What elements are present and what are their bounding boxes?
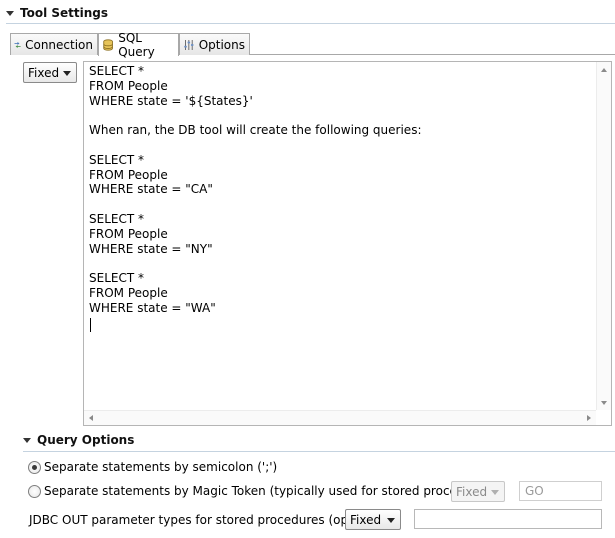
options-icon xyxy=(184,39,194,50)
tab-sql-query-label: SQL Query xyxy=(118,31,155,59)
jdbc-out-mode-select[interactable]: Fixed xyxy=(345,509,401,530)
tool-settings-header[interactable]: Tool Settings xyxy=(6,5,108,21)
tab-sql-query[interactable]: SQL Query xyxy=(98,31,179,59)
magic-token-input[interactable]: GO xyxy=(519,481,602,501)
tool-settings-divider xyxy=(6,23,615,24)
scroll-down-arrow-icon[interactable] xyxy=(601,401,607,405)
separate-magic-token-label[interactable]: Separate statements by Magic Token (typi… xyxy=(44,484,499,498)
magic-token-mode-value: Fixed xyxy=(456,484,488,499)
magic-token-value: GO xyxy=(525,484,544,498)
vertical-scrollbar[interactable] xyxy=(596,62,611,410)
sql-query-text[interactable]: SELECT * FROM People WHERE state = '${St… xyxy=(89,64,595,409)
separate-semicolon-radio[interactable] xyxy=(28,461,41,474)
jdbc-out-mode-value: Fixed xyxy=(350,512,382,527)
tab-options-label: Options xyxy=(198,37,245,52)
query-options-header[interactable]: Query Options xyxy=(23,432,134,448)
tab-connection-label: Connection xyxy=(25,37,93,52)
connection-icon xyxy=(14,41,21,48)
scroll-left-arrow-icon[interactable] xyxy=(89,415,93,421)
query-options-divider xyxy=(23,451,615,452)
query-mode-value: Fixed xyxy=(28,65,60,80)
tab-bar: Connection SQL Query Options xyxy=(10,31,615,59)
separate-semicolon-label[interactable]: Separate statements by semicolon (';') xyxy=(44,460,277,474)
database-icon xyxy=(103,39,113,51)
collapse-arrow-icon xyxy=(23,437,31,443)
dropdown-arrow-icon xyxy=(491,490,499,495)
dropdown-arrow-icon xyxy=(63,71,71,76)
magic-token-mode-select[interactable]: Fixed xyxy=(451,481,505,502)
sql-query-editor[interactable]: SELECT * FROM People WHERE state = '${St… xyxy=(83,61,612,426)
scroll-up-arrow-icon[interactable] xyxy=(601,68,607,72)
jdbc-out-label: JDBC OUT parameter types for stored proc… xyxy=(29,513,391,527)
text-cursor xyxy=(90,318,91,332)
scroll-right-arrow-icon[interactable] xyxy=(587,415,591,421)
tab-connection[interactable]: Connection xyxy=(10,33,98,55)
dropdown-arrow-icon xyxy=(387,518,395,523)
tool-settings-title: Tool Settings xyxy=(20,6,109,20)
tab-options[interactable]: Options xyxy=(179,33,250,55)
jdbc-out-input[interactable] xyxy=(414,509,602,529)
collapse-arrow-icon xyxy=(6,10,14,16)
query-options-title: Query Options xyxy=(37,433,135,447)
horizontal-scrollbar[interactable] xyxy=(84,410,596,425)
separate-magic-token-radio[interactable] xyxy=(28,485,41,498)
query-mode-select[interactable]: Fixed xyxy=(23,62,77,83)
